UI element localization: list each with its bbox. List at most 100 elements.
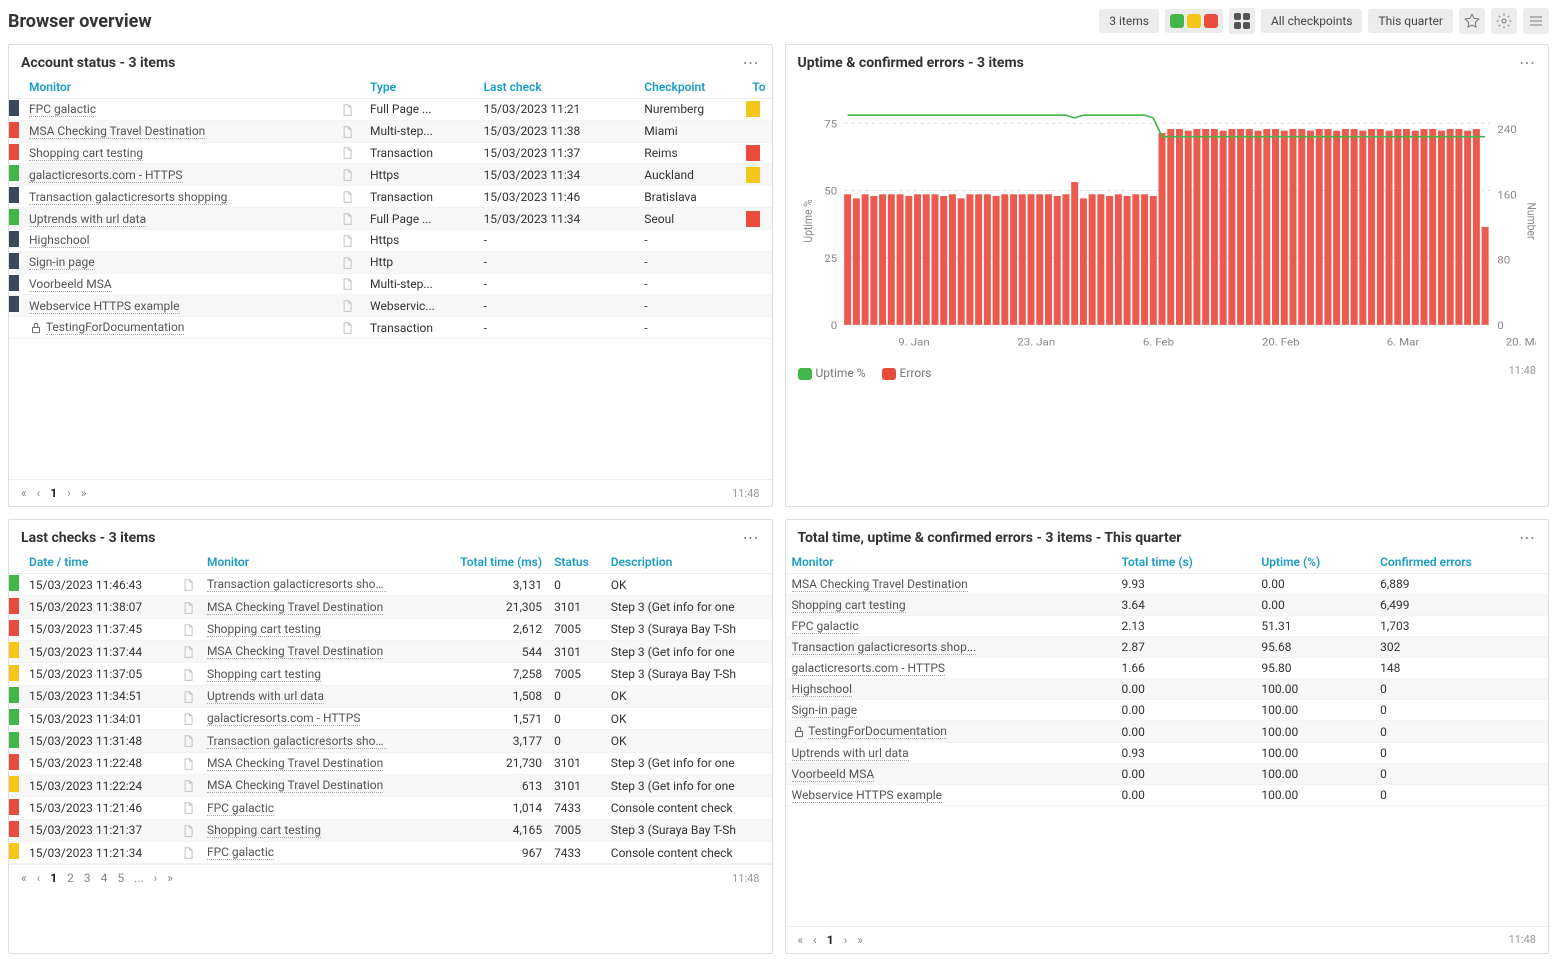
- monitor-link[interactable]: galacticresorts.com - HTTPS: [207, 711, 361, 726]
- monitor-link[interactable]: Uptrends with url data: [29, 212, 146, 227]
- pager-page[interactable]: ...: [134, 871, 144, 885]
- table-row[interactable]: 15/03/2023 11:37:05 Shopping cart testin…: [9, 663, 772, 685]
- dashboard-icon[interactable]: [175, 618, 201, 640]
- monitor-link[interactable]: MSA Checking Travel Destination: [207, 756, 383, 771]
- col-uptime[interactable]: Uptime (%): [1255, 551, 1374, 574]
- monitor-link[interactable]: Transaction galacticresorts shop...: [792, 640, 977, 655]
- table-row[interactable]: 15/03/2023 11:22:24 MSA Checking Travel …: [9, 775, 772, 797]
- monitor-link[interactable]: Shopping cart testing: [207, 667, 321, 682]
- table-row[interactable]: galacticresorts.com - HTTPS Https 15/03/…: [9, 164, 772, 186]
- monitor-link[interactable]: MSA Checking Travel Destination: [29, 124, 205, 139]
- pager-first[interactable]: «: [21, 871, 27, 885]
- dashboard-icon[interactable]: [334, 295, 364, 317]
- panel-menu[interactable]: ⋯: [743, 528, 760, 547]
- col-to[interactable]: To: [746, 76, 771, 99]
- monitor-link[interactable]: Voorbeeld MSA: [29, 277, 112, 292]
- table-row[interactable]: 15/03/2023 11:21:46 FPC galactic 1,014 7…: [9, 797, 772, 819]
- pager-last[interactable]: »: [81, 486, 87, 500]
- table-row[interactable]: 15/03/2023 11:37:45 Shopping cart testin…: [9, 618, 772, 640]
- table-row[interactable]: 15/03/2023 11:38:07 MSA Checking Travel …: [9, 596, 772, 618]
- pager-page[interactable]: 1: [827, 933, 834, 947]
- table-row[interactable]: 15/03/2023 11:21:34 FPC galactic 967 743…: [9, 842, 772, 864]
- col-last[interactable]: Last check: [478, 76, 639, 99]
- col-checkpoint[interactable]: Checkpoint: [638, 76, 746, 99]
- menu-button[interactable]: [1523, 8, 1549, 34]
- checkpoints-filter[interactable]: All checkpoints: [1261, 9, 1363, 33]
- status-color-filter[interactable]: [1165, 9, 1223, 33]
- pager-next[interactable]: ›: [844, 933, 848, 947]
- table-row[interactable]: 15/03/2023 11:31:48 Transaction galactic…: [9, 730, 772, 752]
- table-row[interactable]: 15/03/2023 11:34:01 galacticresorts.com …: [9, 708, 772, 730]
- dashboard-icon[interactable]: [334, 120, 364, 142]
- table-row[interactable]: Shopping cart testing 3.64 0.00 6,499: [786, 595, 1549, 616]
- pager-page[interactable]: 4: [101, 871, 108, 885]
- col-monitor[interactable]: Monitor: [786, 551, 1116, 574]
- table-row[interactable]: 15/03/2023 11:37:44 MSA Checking Travel …: [9, 641, 772, 663]
- dashboard-icon[interactable]: [334, 99, 364, 121]
- panel-menu[interactable]: ⋯: [1519, 53, 1536, 72]
- monitor-link[interactable]: FPC galactic: [207, 845, 274, 860]
- pager-first[interactable]: «: [798, 933, 804, 947]
- table-row[interactable]: 15/03/2023 11:21:37 Shopping cart testin…: [9, 819, 772, 841]
- monitor-link[interactable]: Shopping cart testing: [792, 598, 906, 613]
- table-row[interactable]: Transaction galacticresorts shopping Tra…: [9, 186, 772, 208]
- table-row[interactable]: 15/03/2023 11:22:48 MSA Checking Travel …: [9, 752, 772, 774]
- monitor-link[interactable]: Highschool: [29, 233, 90, 248]
- monitor-link[interactable]: Transaction galacticresorts shopping: [29, 190, 227, 205]
- pager-last[interactable]: »: [167, 871, 173, 885]
- dashboard-icon[interactable]: [334, 273, 364, 295]
- col-errors[interactable]: Confirmed errors: [1374, 551, 1548, 574]
- dashboard-icon[interactable]: [175, 819, 201, 841]
- monitor-link[interactable]: MSA Checking Travel Destination: [207, 600, 383, 615]
- favorite-button[interactable]: [1459, 8, 1485, 34]
- monitor-link[interactable]: MSA Checking Travel Destination: [207, 644, 383, 659]
- pager-page[interactable]: 1: [50, 871, 57, 885]
- monitor-link[interactable]: Shopping cart testing: [207, 823, 321, 838]
- dashboard-icon[interactable]: [175, 730, 201, 752]
- monitor-link[interactable]: Voorbeeld MSA: [792, 767, 875, 782]
- table-row[interactable]: 15/03/2023 11:46:43 Transaction galactic…: [9, 574, 772, 596]
- table-row[interactable]: Webservice HTTPS example 0.00 100.00 0: [786, 784, 1549, 805]
- dashboard-icon[interactable]: [175, 775, 201, 797]
- col-desc[interactable]: Description: [605, 551, 772, 574]
- items-filter[interactable]: 3 items: [1099, 9, 1159, 33]
- table-row[interactable]: Sign-in page 0.00 100.00 0: [786, 700, 1549, 721]
- col-time[interactable]: Total time (s): [1116, 551, 1256, 574]
- monitor-link[interactable]: Webservice HTTPS example: [29, 299, 180, 314]
- table-row[interactable]: Voorbeeld MSA Multi-step... - -: [9, 273, 772, 295]
- table-row[interactable]: Webservice HTTPS example Webservic... - …: [9, 295, 772, 317]
- dashboard-icon[interactable]: [334, 317, 364, 339]
- col-type[interactable]: Type: [364, 76, 478, 99]
- table-row[interactable]: Uptrends with url data Full Page ... 15/…: [9, 208, 772, 230]
- dashboard-icon[interactable]: [175, 596, 201, 618]
- col-datetime[interactable]: Date / time: [23, 551, 175, 574]
- dashboard-icon[interactable]: [334, 229, 364, 251]
- dashboard-icon[interactable]: [175, 797, 201, 819]
- monitor-link[interactable]: TestingForDocumentation: [808, 724, 947, 739]
- monitor-link[interactable]: MSA Checking Travel Destination: [207, 778, 383, 793]
- table-row[interactable]: TestingForDocumentation Transaction - -: [9, 317, 772, 339]
- monitor-link[interactable]: Webservice HTTPS example: [792, 788, 943, 803]
- monitor-link[interactable]: Sign-in page: [29, 255, 95, 270]
- pager-page[interactable]: 1: [50, 486, 57, 500]
- monitor-link[interactable]: TestingForDocumentation: [46, 320, 185, 335]
- monitor-link[interactable]: MSA Checking Travel Destination: [792, 577, 968, 592]
- monitor-link[interactable]: Shopping cart testing: [29, 146, 143, 161]
- dashboard-icon[interactable]: [334, 251, 364, 273]
- monitor-link[interactable]: Shopping cart testing: [207, 622, 321, 637]
- col-monitor[interactable]: Monitor: [201, 551, 434, 574]
- dashboard-icon[interactable]: [175, 708, 201, 730]
- table-row[interactable]: Sign-in page Http - -: [9, 251, 772, 273]
- dashboard-icon[interactable]: [175, 641, 201, 663]
- monitor-link[interactable]: galacticresorts.com - HTTPS: [29, 168, 183, 183]
- pager-prev[interactable]: ‹: [37, 486, 41, 500]
- panel-menu[interactable]: ⋯: [1519, 528, 1536, 547]
- pager-next[interactable]: ›: [67, 486, 71, 500]
- dashboard-icon[interactable]: [175, 663, 201, 685]
- monitor-link[interactable]: Uptrends with url data: [207, 689, 324, 704]
- monitor-link[interactable]: Transaction galacticresorts shop...: [207, 734, 387, 749]
- dashboard-icon[interactable]: [334, 208, 364, 230]
- grid-view-toggle[interactable]: [1229, 8, 1255, 34]
- pager-page[interactable]: 3: [84, 871, 91, 885]
- pager-first[interactable]: «: [21, 486, 27, 500]
